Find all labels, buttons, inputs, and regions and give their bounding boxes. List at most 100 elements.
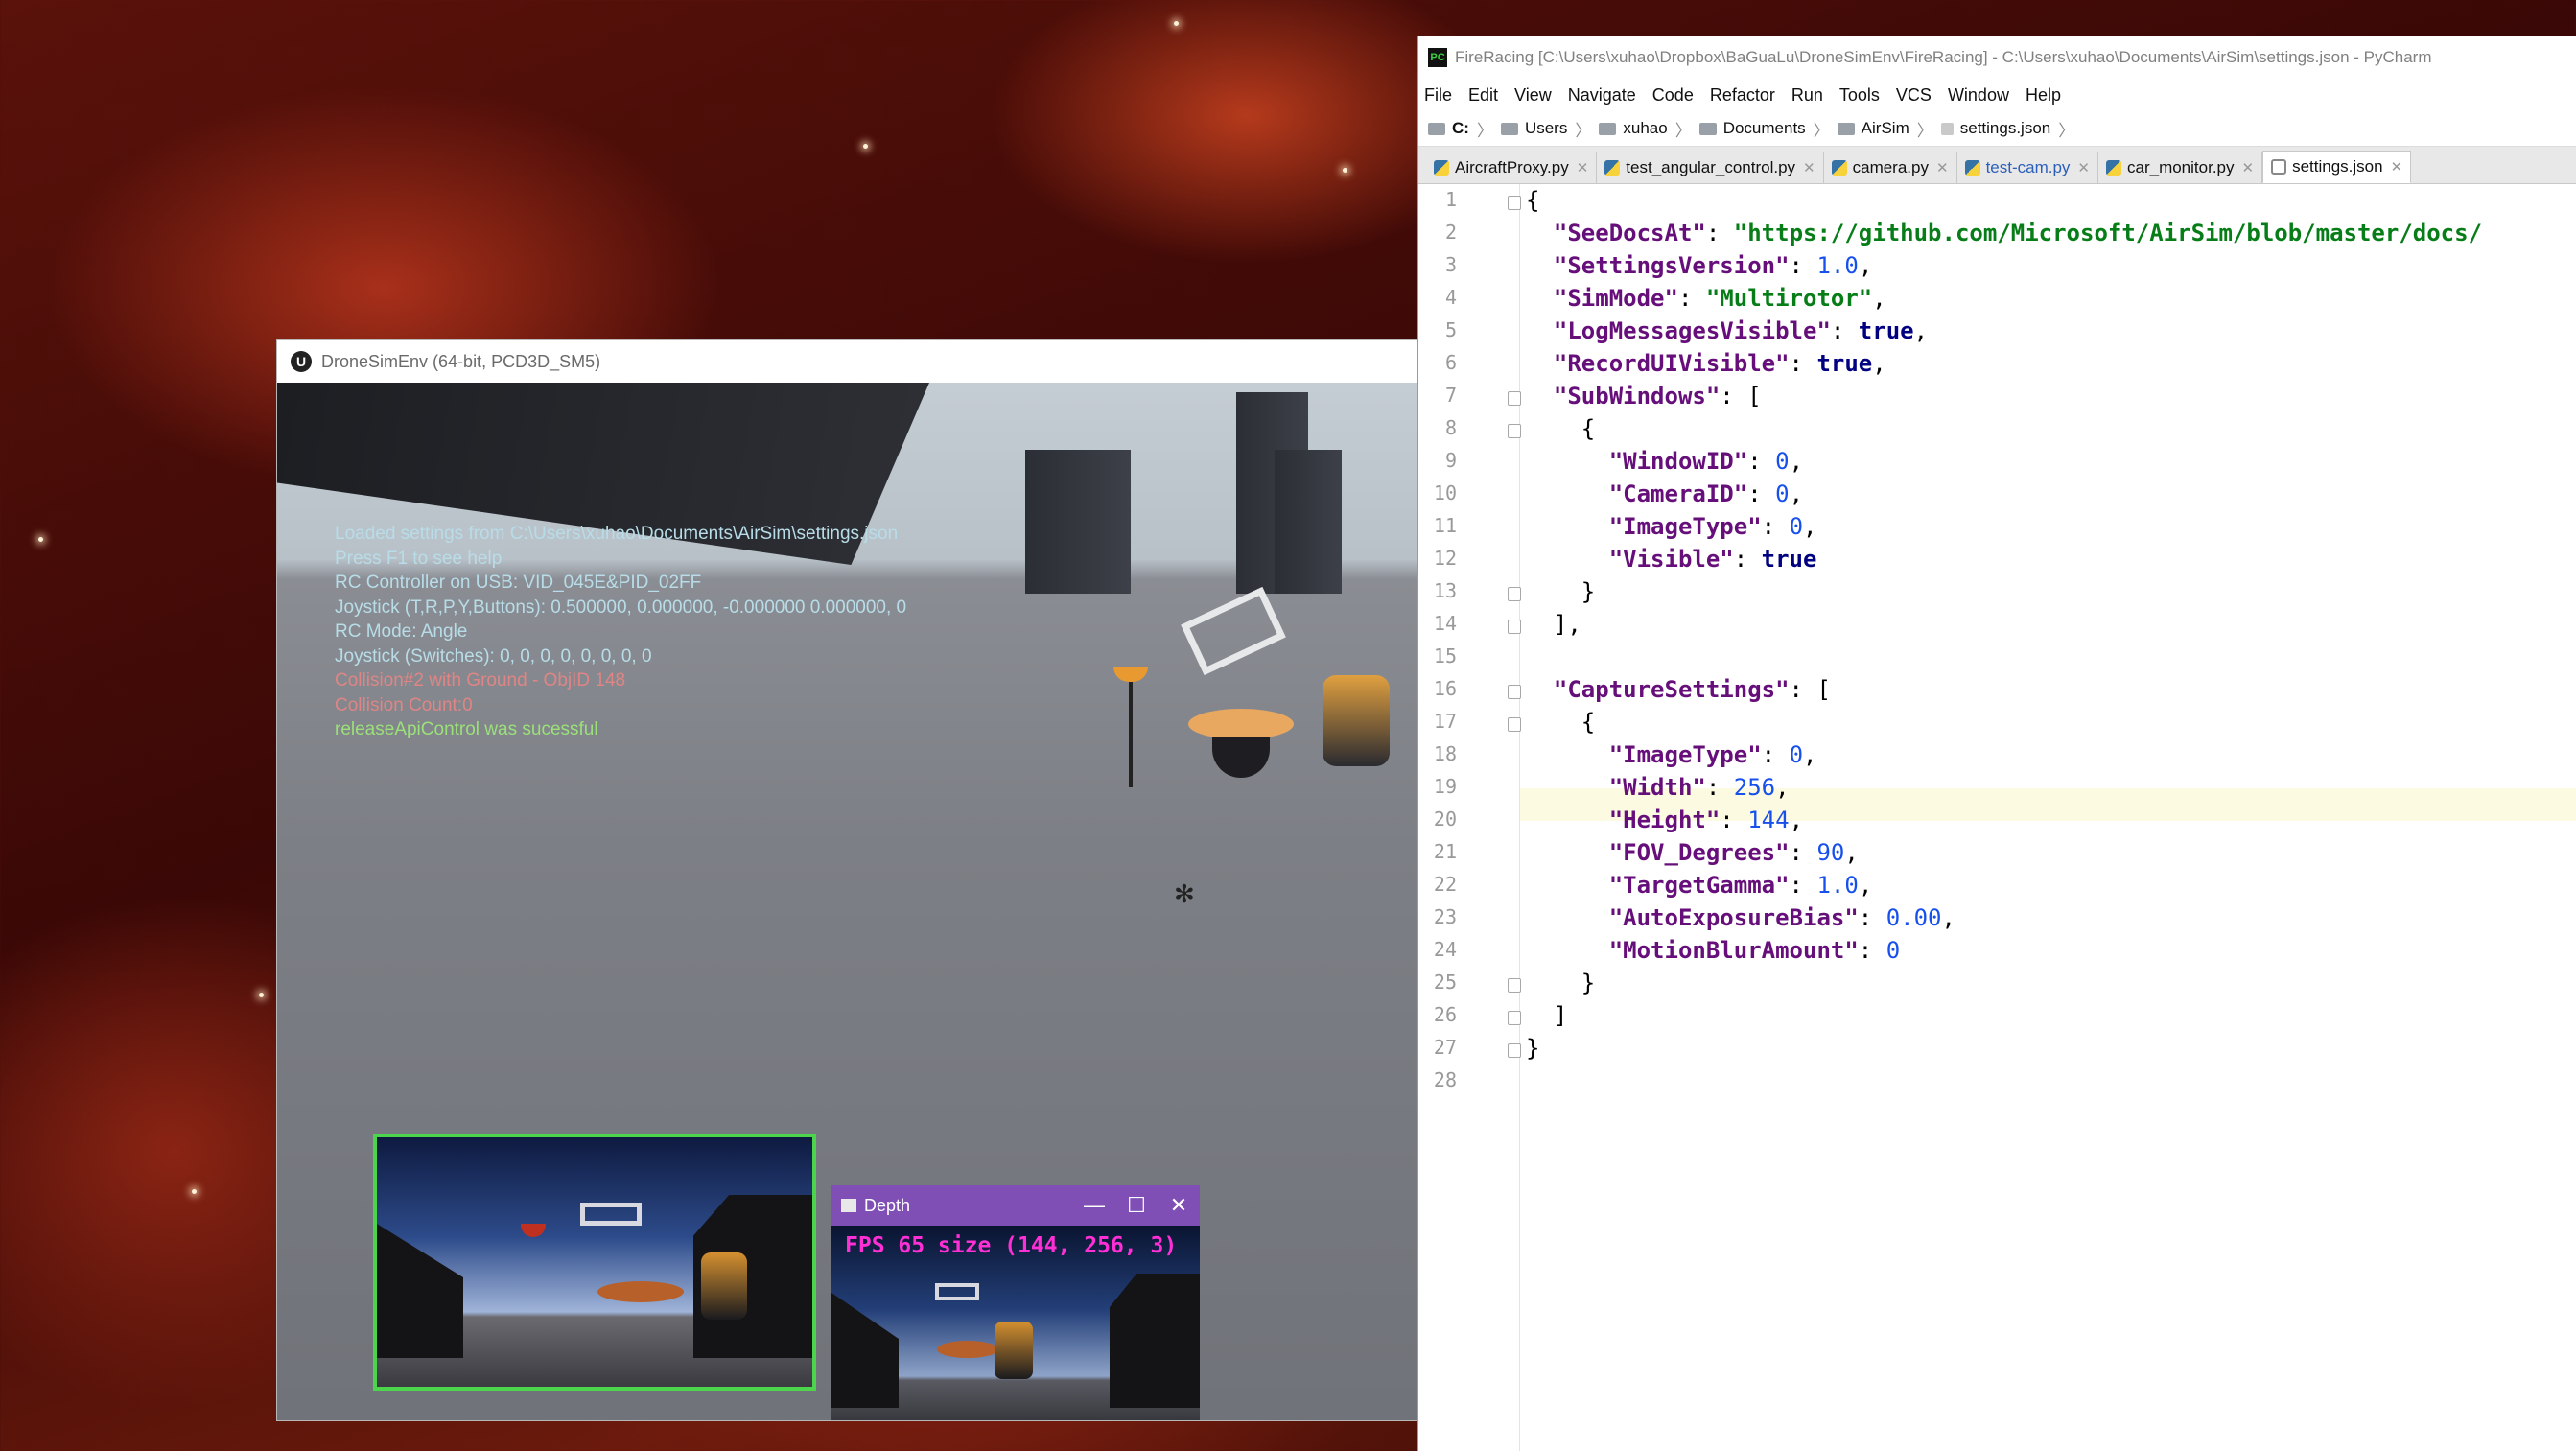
- python-file-icon: [1604, 160, 1621, 176]
- menu-navigate[interactable]: Navigate: [1568, 85, 1636, 105]
- code-line: "CameraID": 0,: [1608, 480, 1804, 507]
- line-number: 1: [1444, 188, 1457, 211]
- depth-window-title: Depth: [864, 1195, 911, 1215]
- code-line: "TargetGamma": 1.0,: [1608, 872, 1873, 899]
- pycharm-logo-icon: PC: [1428, 48, 1447, 67]
- code-line: "SubWindows": [: [1553, 383, 1762, 410]
- fold-marker-icon[interactable]: [1508, 685, 1521, 699]
- log-line: RC Mode: Angle: [335, 621, 468, 642]
- menu-run[interactable]: Run: [1791, 85, 1823, 105]
- line-number: 5: [1444, 318, 1457, 341]
- line-number: 17: [1433, 710, 1457, 733]
- close-tab-icon[interactable]: ✕: [2077, 159, 2090, 176]
- python-file-icon: [2106, 160, 2121, 176]
- breadcrumb-item[interactable]: AirSim 〉: [1837, 117, 1941, 141]
- line-number: 4: [1444, 286, 1457, 309]
- minimize-button[interactable]: —: [1073, 1193, 1115, 1218]
- code-line: "ImageType": 0,: [1608, 513, 1817, 540]
- depth-image: FPS 65 size (144, 256, 3): [831, 1226, 1200, 1420]
- tab-test-cam[interactable]: test-cam.py ✕: [1957, 152, 2098, 183]
- preview-table: [597, 1281, 684, 1302]
- menu-file[interactable]: File: [1424, 85, 1452, 105]
- menu-view[interactable]: View: [1514, 85, 1552, 105]
- line-number: 8: [1444, 416, 1457, 439]
- line-number: 11: [1433, 514, 1457, 537]
- line-number: 20: [1433, 807, 1457, 831]
- depth-window-titlebar[interactable]: Depth — ☐ ✕: [831, 1185, 1200, 1226]
- folder-icon: [1837, 122, 1855, 135]
- menu-code[interactable]: Code: [1652, 85, 1694, 105]
- tab-settings-json[interactable]: settings.json ✕: [2262, 151, 2412, 183]
- fold-marker-icon[interactable]: [1508, 424, 1521, 438]
- code-area[interactable]: { "SeeDocsAt": "https://github.com/Micro…: [1520, 184, 2576, 1451]
- menu-tools[interactable]: Tools: [1839, 85, 1880, 105]
- editor-tabs: AircraftProxy.py ✕ test_angular_control.p…: [1418, 147, 2576, 184]
- code-editor[interactable]: 1 2 3 4 5 6 7 8 9 10 11 12 13 14 15 16 17 18 19 20 21 22 23 24 2…: [1418, 184, 2576, 1451]
- log-line: Loaded settings from C:\Users\xuhao\Docu…: [335, 524, 899, 544]
- line-number: 26: [1433, 1003, 1457, 1026]
- close-tab-icon[interactable]: ✕: [2391, 158, 2403, 176]
- code-line: "Visible": true: [1608, 546, 1817, 573]
- fold-marker-icon[interactable]: [1508, 1043, 1521, 1058]
- depth-window[interactable]: Depth — ☐ ✕ FPS 65 size (144, 256, 3): [831, 1185, 1200, 1420]
- menu-vcs[interactable]: VCS: [1896, 85, 1932, 105]
- close-tab-icon[interactable]: ✕: [1577, 159, 1589, 176]
- line-number: 19: [1433, 775, 1457, 798]
- tab-aircraftproxy[interactable]: AircraftProxy.py ✕: [1426, 152, 1598, 183]
- scene-pillar: [1275, 450, 1342, 594]
- close-tab-icon[interactable]: ✕: [2242, 159, 2255, 176]
- json-file-icon: [2271, 159, 2287, 175]
- fold-marker-icon[interactable]: [1508, 978, 1521, 993]
- fold-marker-icon[interactable]: [1508, 620, 1521, 634]
- simulation-viewport[interactable]: ✻ Loaded settings from C:\Users\xuhao\Do…: [277, 383, 1418, 1420]
- line-number: 6: [1444, 351, 1457, 374]
- close-tab-icon[interactable]: ✕: [1803, 159, 1815, 176]
- breadcrumb-item[interactable]: settings.json 〉: [1940, 117, 2083, 141]
- depth-table: [937, 1341, 998, 1358]
- code-line: ]: [1553, 1002, 1568, 1029]
- breadcrumb-item[interactable]: Documents 〉: [1698, 117, 1838, 141]
- menu-edit[interactable]: Edit: [1468, 85, 1498, 105]
- close-button[interactable]: ✕: [1158, 1193, 1200, 1218]
- code-line: "SeeDocsAt": "https://github.com/Microso…: [1553, 220, 2483, 246]
- camera-subwindow: [373, 1134, 816, 1391]
- depth-gate: [935, 1283, 979, 1300]
- maximize-button[interactable]: ☐: [1115, 1193, 1158, 1218]
- pycharm-titlebar[interactable]: PC FireRacing [C:\Users\xuhao\Dropbox\Ba…: [1418, 36, 2576, 79]
- scene-table: [1188, 709, 1294, 739]
- breadcrumb-item[interactable]: xuhao 〉: [1599, 117, 1698, 141]
- code-line: "LogMessagesVisible": true,: [1553, 317, 1929, 344]
- breadcrumb-item[interactable]: C: 〉: [1428, 117, 1501, 141]
- log-line-api: releaseApiControl was sucessful: [335, 719, 598, 739]
- drone-icon: ✻: [1174, 879, 1195, 908]
- json-file-icon: [1940, 122, 1954, 135]
- menu-help[interactable]: Help: [2026, 85, 2061, 105]
- python-file-icon: [1434, 160, 1449, 176]
- line-number: 2: [1444, 221, 1457, 244]
- fold-marker-icon[interactable]: [1508, 1011, 1521, 1025]
- pycharm-window[interactable]: PC FireRacing [C:\Users\xuhao\Dropbox\Ba…: [1417, 36, 2576, 1451]
- fold-marker-icon[interactable]: [1508, 196, 1521, 210]
- line-number: 7: [1444, 384, 1457, 407]
- fold-marker-icon[interactable]: [1508, 391, 1521, 406]
- unreal-titlebar[interactable]: U DroneSimEnv (64-bit, PCD3D_SM5): [277, 340, 1418, 383]
- code-line: {: [1581, 415, 1596, 442]
- menu-refactor[interactable]: Refactor: [1710, 85, 1775, 105]
- close-tab-icon[interactable]: ✕: [1936, 159, 1949, 176]
- tab-car-monitor[interactable]: car_monitor.py ✕: [2098, 152, 2263, 183]
- breadcrumb-item[interactable]: Users 〉: [1500, 117, 1599, 141]
- python-file-icon: [1964, 160, 1980, 176]
- breadcrumb: C: 〉 Users 〉 xuhao 〉 Documents 〉 AirSim 〉 set…: [1418, 111, 2576, 147]
- tab-camera[interactable]: camera.py ✕: [1824, 152, 1957, 183]
- fold-marker-icon[interactable]: [1508, 717, 1521, 732]
- unreal-window[interactable]: U DroneSimEnv (64-bit, PCD3D_SM5) ✻ Load…: [276, 339, 1419, 1421]
- preview-wall: [377, 1224, 463, 1358]
- fold-marker-icon[interactable]: [1508, 587, 1521, 601]
- tab-test-angular-control[interactable]: test_angular_control.py ✕: [1597, 152, 1824, 183]
- log-line: Joystick (Switches): 0, 0, 0, 0, 0, 0, 0…: [335, 645, 652, 667]
- line-number: 22: [1433, 873, 1457, 896]
- menu-window[interactable]: Window: [1948, 85, 2009, 105]
- code-line: "SimMode": "Multirotor",: [1553, 285, 1886, 312]
- log-line: RC Controller on USB: VID_045E&PID_02FF: [335, 573, 702, 593]
- code-line: "Height": 144,: [1608, 807, 1804, 833]
